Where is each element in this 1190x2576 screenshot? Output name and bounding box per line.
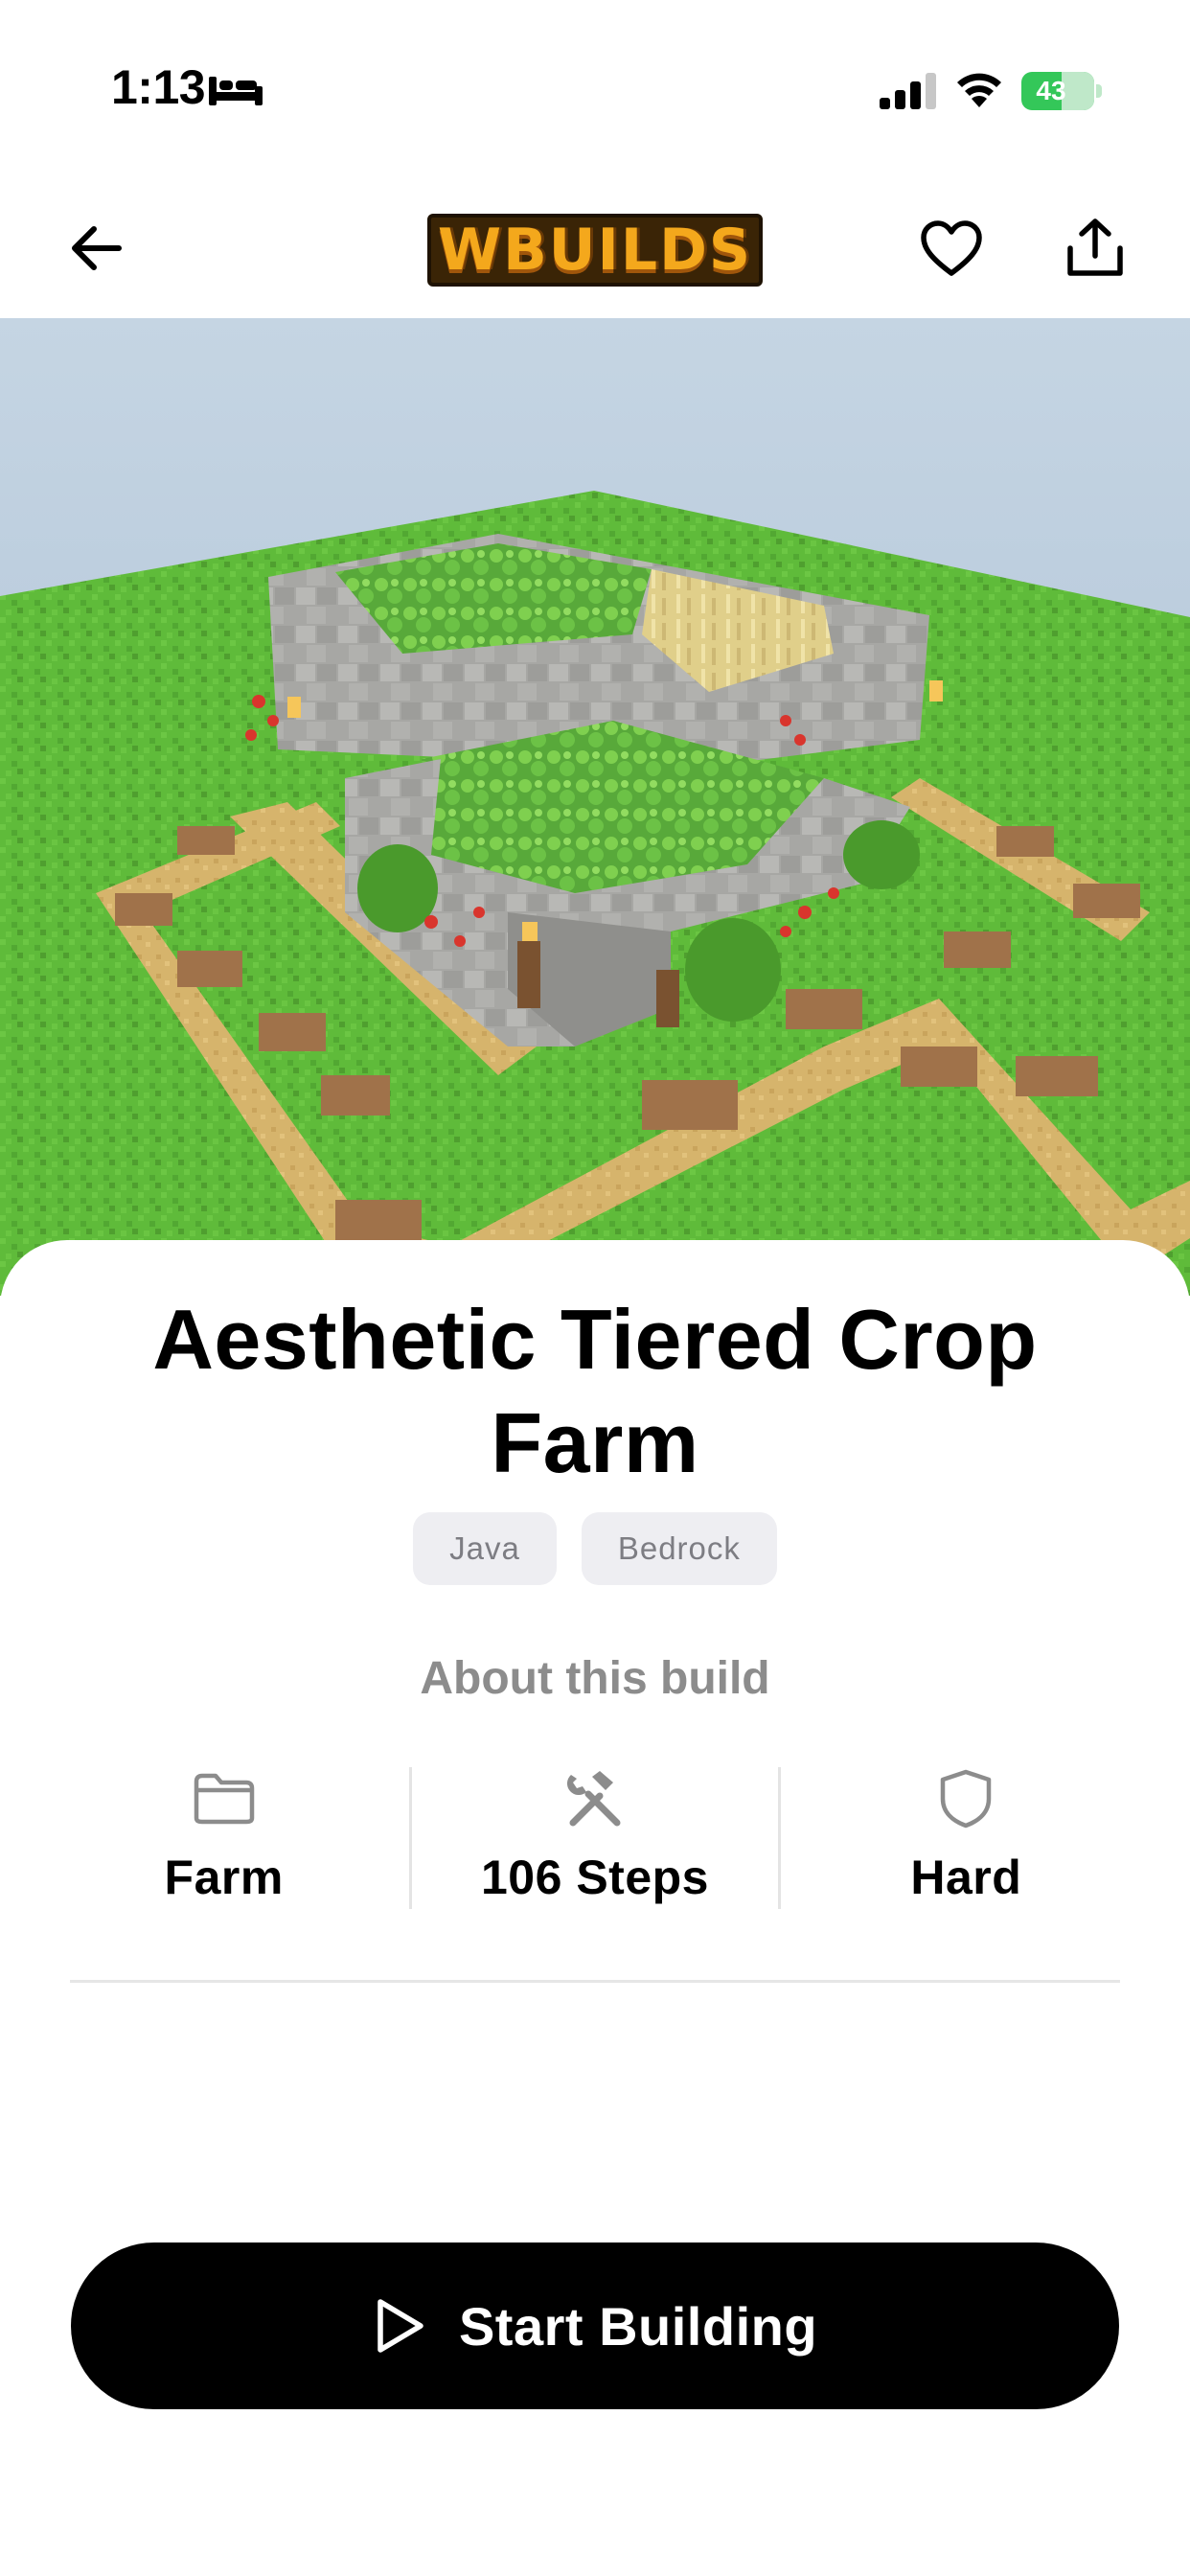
folder-icon <box>194 1773 254 1825</box>
battery-level: 43 <box>1036 76 1066 105</box>
build-title: Aesthetic Tiered Crop Farm <box>152 1292 1038 1490</box>
build-stats: Farm 106 Steps Hard <box>38 1767 1152 1909</box>
build-info-card: Aesthetic Tiered Crop Farm Java Bedrock … <box>0 1240 1190 2576</box>
stat-category: Farm <box>38 1767 409 1909</box>
nav-bar: WBUILDS <box>0 182 1190 318</box>
battery-icon: 43 <box>1021 72 1102 110</box>
minecraft-crop-farm-render <box>0 491 1190 1296</box>
play-icon <box>378 2299 423 2353</box>
stat-difficulty-value: Hard <box>910 1851 1022 1904</box>
platform-tags: Java Bedrock <box>0 1512 1190 1585</box>
stat-difficulty: Hard <box>781 1767 1152 1909</box>
start-building-button[interactable]: Start Building <box>71 2242 1119 2409</box>
back-button[interactable] <box>53 205 139 291</box>
tag-bedrock: Bedrock <box>581 1512 777 1585</box>
start-building-label: Start Building <box>458 2295 818 2357</box>
about-heading: About this build <box>420 1653 770 1704</box>
favorite-button[interactable] <box>908 205 995 291</box>
stat-steps: 106 Steps <box>409 1767 781 1909</box>
arrow-left-icon <box>72 226 122 270</box>
status-time: 1:13 <box>111 60 206 114</box>
share-icon <box>1067 218 1123 276</box>
build-detail-screen: 1:13 43 WBUILDS Aesthetic Tiered Crop Fa… <box>0 0 1190 2576</box>
app-logo: WBUILDS <box>427 214 763 287</box>
cellular-signal-icon <box>880 73 936 109</box>
heart-icon <box>921 220 982 276</box>
shield-icon <box>941 1769 992 1828</box>
tag-java: Java <box>413 1512 557 1585</box>
status-bar: 1:13 43 <box>0 0 1190 182</box>
logo-text: WBUILDS <box>437 217 753 284</box>
hero-image <box>0 318 1190 1296</box>
wifi-icon <box>957 73 1001 107</box>
stat-category-value: Farm <box>164 1851 284 1904</box>
stat-steps-value: 106 Steps <box>481 1851 709 1904</box>
divider <box>70 1980 1120 1983</box>
bed-icon <box>209 77 263 105</box>
hammer-wrench-icon <box>566 1771 621 1827</box>
share-button[interactable] <box>1052 205 1138 291</box>
